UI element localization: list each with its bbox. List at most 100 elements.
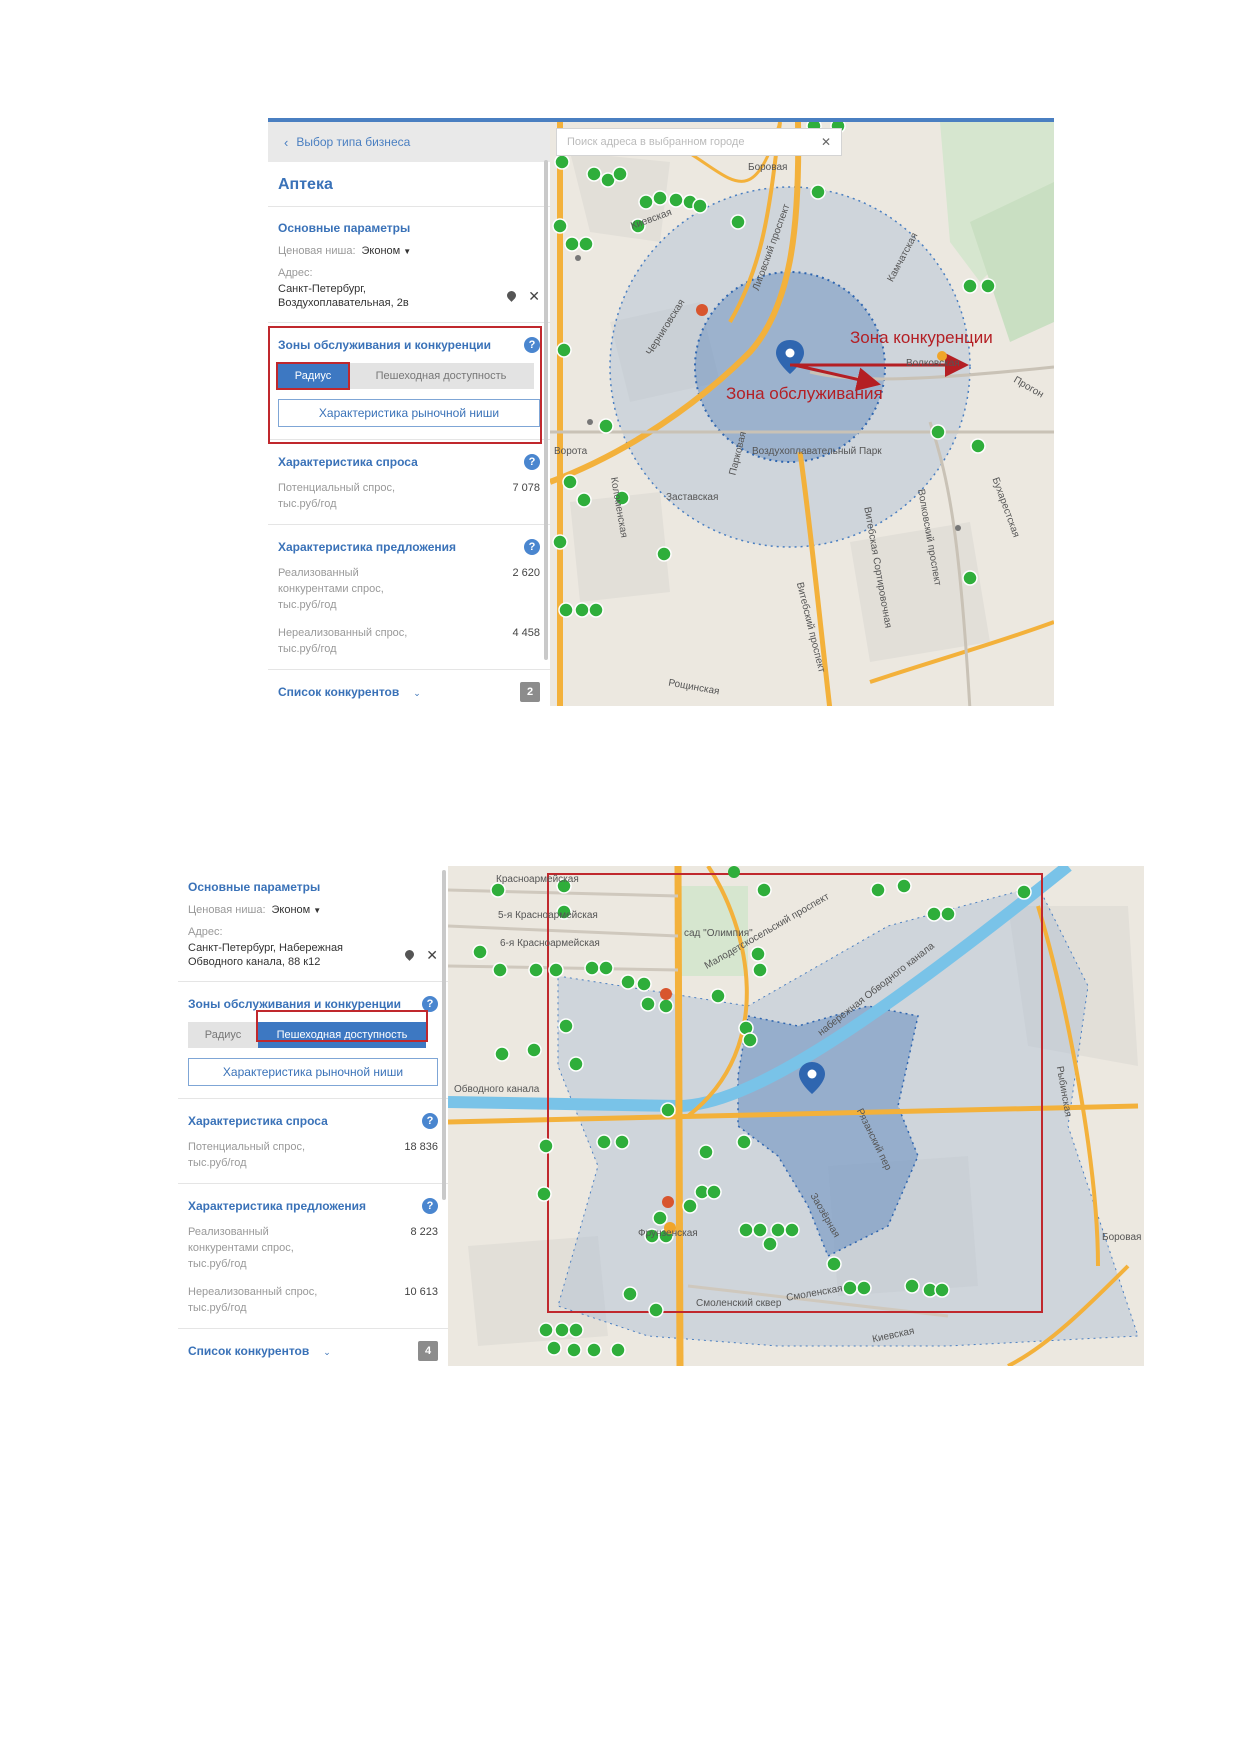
- map-label-krasn6: 6-я Красноармейская: [500, 938, 600, 949]
- realized-demand-row: Реализованный конкурентами спрос, тыс.ру…: [188, 1224, 438, 1284]
- caret-down-icon: ▼: [403, 247, 412, 256]
- address-row: Санкт-Петербург, Набережная Обводного ка…: [188, 941, 438, 981]
- address-value: Санкт-Петербург, Воздухоплавательная, 2в: [278, 282, 409, 310]
- back-to-business-type-link[interactable]: ‹ Выбор типа бизнеса: [268, 122, 550, 162]
- demand-section: Характеристика спроса ? Потенциальный сп…: [178, 1099, 448, 1184]
- price-niche-select[interactable]: Эконом ▼: [272, 904, 322, 916]
- sidebar-scrollbar[interactable]: [544, 160, 548, 660]
- business-sidebar: ‹ Выбор типа бизнеса Аптека Основные пар…: [268, 118, 550, 706]
- price-niche-value: Эконом: [361, 245, 401, 257]
- map-label-volkovskaya: Волковская: [906, 358, 960, 369]
- unrealized-demand-label: Нереализованный спрос, тыс.руб/год: [188, 1286, 318, 1314]
- tab-walking-distance[interactable]: Пешеходная доступность: [348, 363, 534, 389]
- zones-section: Зоны обслуживания и конкуренции ? Радиус…: [178, 982, 448, 1099]
- location-pin-icon[interactable]: [403, 948, 417, 961]
- map-label-borovaya: Боровая: [1102, 1232, 1142, 1243]
- map-label-skver: Смоленский сквер: [696, 1298, 782, 1309]
- unrealized-demand-row: Нереализованный спрос, тыс.руб/год 4 458: [278, 625, 540, 669]
- price-niche-label: Ценовая ниша:: [188, 904, 266, 916]
- address-actions: ✕: [403, 948, 438, 962]
- competitors-toggle[interactable]: Список конкурентов ⌄ 2: [268, 670, 550, 706]
- price-niche-select[interactable]: Эконом ▼: [362, 245, 412, 257]
- supply-section: Характеристика предложения ? Реализованн…: [178, 1184, 448, 1329]
- map-label-obvodny: Обводного канала: [454, 1084, 540, 1095]
- competitors-count-badge: 4: [418, 1341, 438, 1361]
- realized-demand-label: Реализованный конкурентами спрос, тыс.ру…: [278, 567, 384, 611]
- zone-service-label: Зона обслуживания: [726, 384, 883, 403]
- price-niche-row: Ценовая ниша: Эконом ▼: [188, 904, 438, 916]
- clear-address-icon[interactable]: ✕: [426, 948, 438, 962]
- potential-demand-row: Потенциальный спрос, тыс.руб/год 18 836: [188, 1139, 438, 1183]
- competitors-heading: Список конкурентов ⌄: [278, 685, 421, 699]
- unrealized-demand-label: Нереализованный спрос, тыс.руб/год: [278, 627, 408, 655]
- unrealized-demand-value: 4 458: [512, 627, 540, 639]
- zones-heading: Зоны обслуживания и конкуренции ?: [188, 982, 438, 1022]
- map-label-krasn5: 5-я Красноармейская: [498, 910, 598, 921]
- caret-down-icon: ▼: [313, 906, 322, 915]
- chevron-left-icon: ‹: [284, 134, 289, 150]
- realized-demand-value: 2 620: [512, 567, 540, 579]
- search-placeholder: Поиск адреса в выбранном городе: [567, 136, 745, 148]
- sidebar-scrollbar[interactable]: [442, 870, 446, 1200]
- address-label: Адрес:: [278, 267, 313, 279]
- market-niche-button[interactable]: Характеристика рыночной ниши: [278, 399, 540, 427]
- competitors-heading: Список конкурентов ⌄: [188, 1344, 331, 1358]
- map-label-borovaya: Боровая: [748, 162, 788, 173]
- zones-section: Зоны обслуживания и конкуренции ? Радиус…: [268, 323, 550, 440]
- realized-demand-label: Реализованный конкурентами спрос, тыс.ру…: [188, 1226, 294, 1270]
- address-search-input[interactable]: Поиск адреса в выбранном городе ✕: [556, 128, 842, 156]
- help-icon[interactable]: ?: [422, 1113, 438, 1129]
- competitors-count-badge: 2: [520, 682, 540, 702]
- competitors-toggle[interactable]: Список конкурентов ⌄ 4: [178, 1329, 448, 1366]
- market-niche-button[interactable]: Характеристика рыночной ниши: [188, 1058, 438, 1086]
- map-view[interactable]: Поиск адреса в выбранном городе ✕ Борова…: [550, 118, 1054, 706]
- address-line-1: Санкт-Петербург, Набережная: [188, 942, 344, 954]
- help-icon[interactable]: ?: [524, 539, 540, 555]
- tab-radius[interactable]: Радиус: [278, 363, 348, 389]
- supply-heading-label: Характеристика предложения: [278, 540, 457, 554]
- supply-heading-label: Характеристика предложения: [188, 1199, 367, 1213]
- supply-section: Характеристика предложения ? Реализованн…: [268, 525, 550, 670]
- potential-demand-label: Потенциальный спрос, тыс.руб/год: [188, 1141, 306, 1169]
- help-icon[interactable]: ?: [422, 996, 438, 1012]
- unrealized-demand-row: Нереализованный спрос, тыс.руб/год 10 61…: [188, 1284, 438, 1328]
- basic-params-heading: Основные параметры: [278, 221, 411, 235]
- zones-heading-label: Зоны обслуживания и конкуренции: [188, 997, 401, 1011]
- chevron-down-icon: ⌄: [323, 1347, 331, 1357]
- chevron-down-icon: ⌄: [413, 688, 421, 698]
- address-line-2: Воздухоплавательная, 2в: [278, 297, 409, 309]
- zone-mode-tabs: Радиус Пешеходная доступность: [188, 1022, 438, 1048]
- address-value: Санкт-Петербург, Набережная Обводного ка…: [188, 941, 343, 969]
- zone-mode-tabs: Радиус Пешеходная доступность: [278, 363, 540, 389]
- map-view[interactable]: Красноармейская 5-я Красноармейская 6-я …: [448, 866, 1144, 1366]
- address-label: Адрес:: [188, 926, 223, 938]
- potential-demand-label: Потенциальный спрос, тыс.руб/год: [278, 482, 396, 510]
- map-label-zastavskaya: Заставская: [666, 492, 719, 503]
- demand-section: Характеристика спроса ? Потенциальный сп…: [268, 440, 550, 525]
- realized-demand-value: 8 223: [410, 1226, 438, 1238]
- help-icon[interactable]: ?: [524, 454, 540, 470]
- supply-heading: Характеристика предложения ?: [278, 525, 540, 565]
- back-link-label: Выбор типа бизнеса: [296, 135, 411, 149]
- address-row: Санкт-Петербург, Воздухоплавательная, 2в…: [278, 282, 540, 322]
- demand-heading-label: Характеристика спроса: [278, 455, 418, 469]
- map-label-vorota: Ворота: [554, 446, 588, 457]
- supply-heading: Характеристика предложения ?: [188, 1184, 438, 1224]
- clear-search-icon[interactable]: ✕: [821, 135, 831, 149]
- tab-radius[interactable]: Радиус: [188, 1022, 258, 1048]
- potential-demand-value: 18 836: [404, 1141, 438, 1153]
- zones-heading: Зоны обслуживания и конкуренции ?: [278, 323, 540, 363]
- address-line-1: Санкт-Петербург,: [278, 283, 366, 295]
- clear-address-icon[interactable]: ✕: [528, 289, 540, 303]
- tab-walking-distance[interactable]: Пешеходная доступность: [258, 1022, 426, 1048]
- help-icon[interactable]: ?: [524, 337, 540, 353]
- location-pin-icon[interactable]: [505, 289, 519, 302]
- demand-heading: Характеристика спроса ?: [278, 440, 540, 480]
- price-niche-value: Эконом: [271, 904, 311, 916]
- potential-demand-value: 7 078: [512, 482, 540, 494]
- price-niche-row: Ценовая ниша: Эконом ▼: [278, 245, 540, 257]
- business-sidebar: Основные параметры Ценовая ниша: Эконом ▼ …: [178, 866, 448, 1366]
- map-label-vozduhopark: Воздухоплавательный Парк: [752, 446, 882, 457]
- help-icon[interactable]: ?: [422, 1198, 438, 1214]
- realized-demand-row: Реализованный конкурентами спрос, тыс.ру…: [278, 565, 540, 625]
